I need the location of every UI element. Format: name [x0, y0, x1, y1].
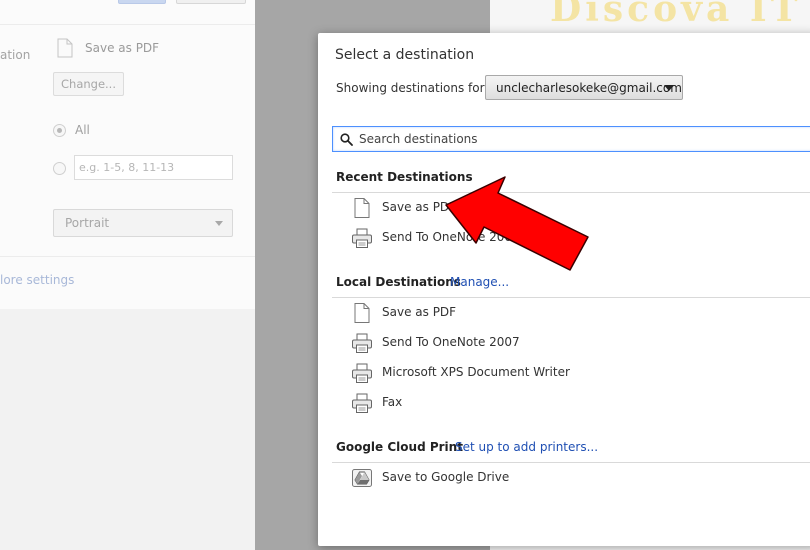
- divider: [0, 24, 255, 25]
- document-icon: [354, 303, 370, 323]
- divider: [0, 256, 255, 257]
- setup-printers-link[interactable]: Set up to add printers...: [455, 440, 598, 454]
- google-drive-icon: [352, 469, 372, 487]
- google-cloud-print-heading: Google Cloud Print: [336, 440, 463, 454]
- document-icon: [354, 198, 370, 218]
- document-icon: [57, 38, 73, 58]
- divider: [332, 462, 810, 463]
- dest-item-google-drive[interactable]: Save to Google Drive: [348, 465, 648, 491]
- red-arrow-annotation: [445, 176, 589, 271]
- dest-item-label: Fax: [382, 395, 403, 409]
- cancel-button: [176, 0, 246, 4]
- showing-destinations-label: Showing destinations for: [336, 81, 485, 95]
- more-settings-link: lore settings: [0, 273, 75, 287]
- local-destinations-heading: Local Destinations: [336, 275, 461, 289]
- print-button: [118, 0, 166, 4]
- watermark-logo: Discova IT: [550, 0, 802, 30]
- printer-icon: [352, 228, 372, 248]
- dest-item-local-fax[interactable]: Fax: [348, 390, 648, 416]
- account-select-value: unclecharlesokeke@gmail.com: [496, 81, 682, 95]
- dialog-title: Select a destination: [335, 47, 475, 63]
- panel-lower-area: [0, 309, 255, 550]
- select-destination-dialog: Select a destination Showing destination…: [318, 33, 810, 546]
- dest-item-label: Save as PDF: [382, 305, 457, 319]
- layout-select: Portrait: [53, 209, 233, 237]
- dest-item-label: Send To OneNote 2007: [382, 335, 520, 349]
- change-destination-button: Change...: [53, 72, 124, 96]
- pages-all-label: All: [75, 123, 90, 137]
- divider: [332, 297, 810, 298]
- search-icon: [340, 133, 353, 146]
- dest-item-local-xps-writer[interactable]: Microsoft XPS Document Writer: [348, 360, 648, 386]
- dest-item-label: Save to Google Drive: [382, 470, 510, 484]
- pages-custom-radio: [53, 162, 66, 175]
- chevron-down-icon: [664, 85, 674, 91]
- print-settings-panel: ation Save as PDF Change... All e.g. 1-5…: [0, 0, 255, 550]
- chevron-down-icon: [215, 221, 223, 226]
- account-select[interactable]: unclecharlesokeke@gmail.com: [485, 75, 683, 100]
- search-input[interactable]: [359, 130, 799, 148]
- printer-icon: [352, 333, 372, 353]
- printer-icon: [352, 363, 372, 383]
- pages-input: e.g. 1-5, 8, 11-13: [74, 155, 233, 180]
- destination-name: Save as PDF: [85, 41, 160, 55]
- destination-label: ation: [0, 48, 31, 62]
- dest-item-label: Microsoft XPS Document Writer: [382, 365, 570, 379]
- printer-icon: [352, 393, 372, 413]
- search-destinations-box[interactable]: [332, 126, 810, 152]
- manage-link[interactable]: Manage...: [450, 275, 509, 289]
- layout-select-value: Portrait: [65, 216, 110, 230]
- dest-item-local-save-as-pdf[interactable]: Save as PDF: [348, 300, 648, 326]
- dest-item-local-onenote[interactable]: Send To OneNote 2007: [348, 330, 648, 356]
- pages-all-radio: [53, 124, 66, 137]
